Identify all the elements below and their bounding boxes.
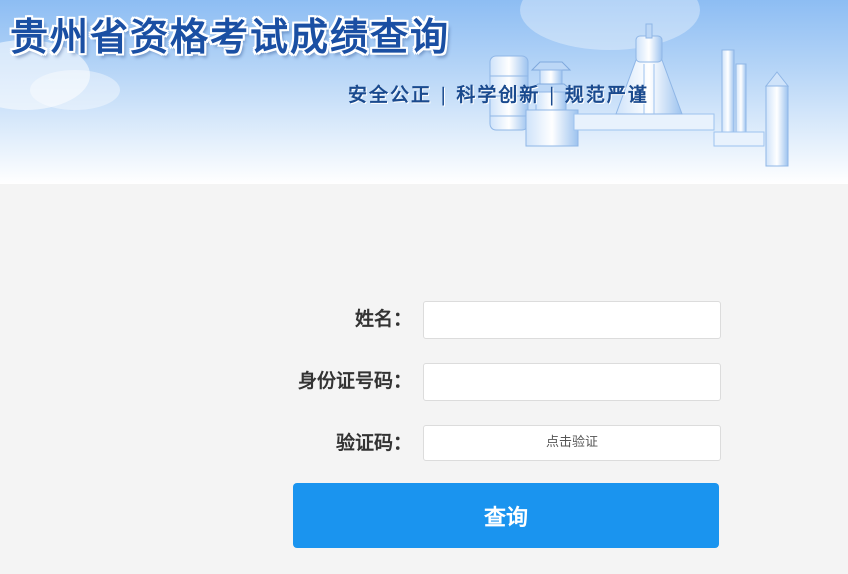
query-button[interactable]: 查询 xyxy=(293,483,719,548)
captcha-verify-button[interactable]: 点击验证 xyxy=(423,425,721,461)
id-number-label: 身份证号码： xyxy=(297,370,412,392)
captcha-label: 验证码： xyxy=(335,432,412,454)
query-form: 姓名： 身份证号码： 验证码： 点击验证 查询 xyxy=(0,0,848,574)
id-number-input[interactable] xyxy=(423,363,721,401)
name-label: 姓名： xyxy=(354,308,412,330)
name-input[interactable] xyxy=(423,301,721,339)
